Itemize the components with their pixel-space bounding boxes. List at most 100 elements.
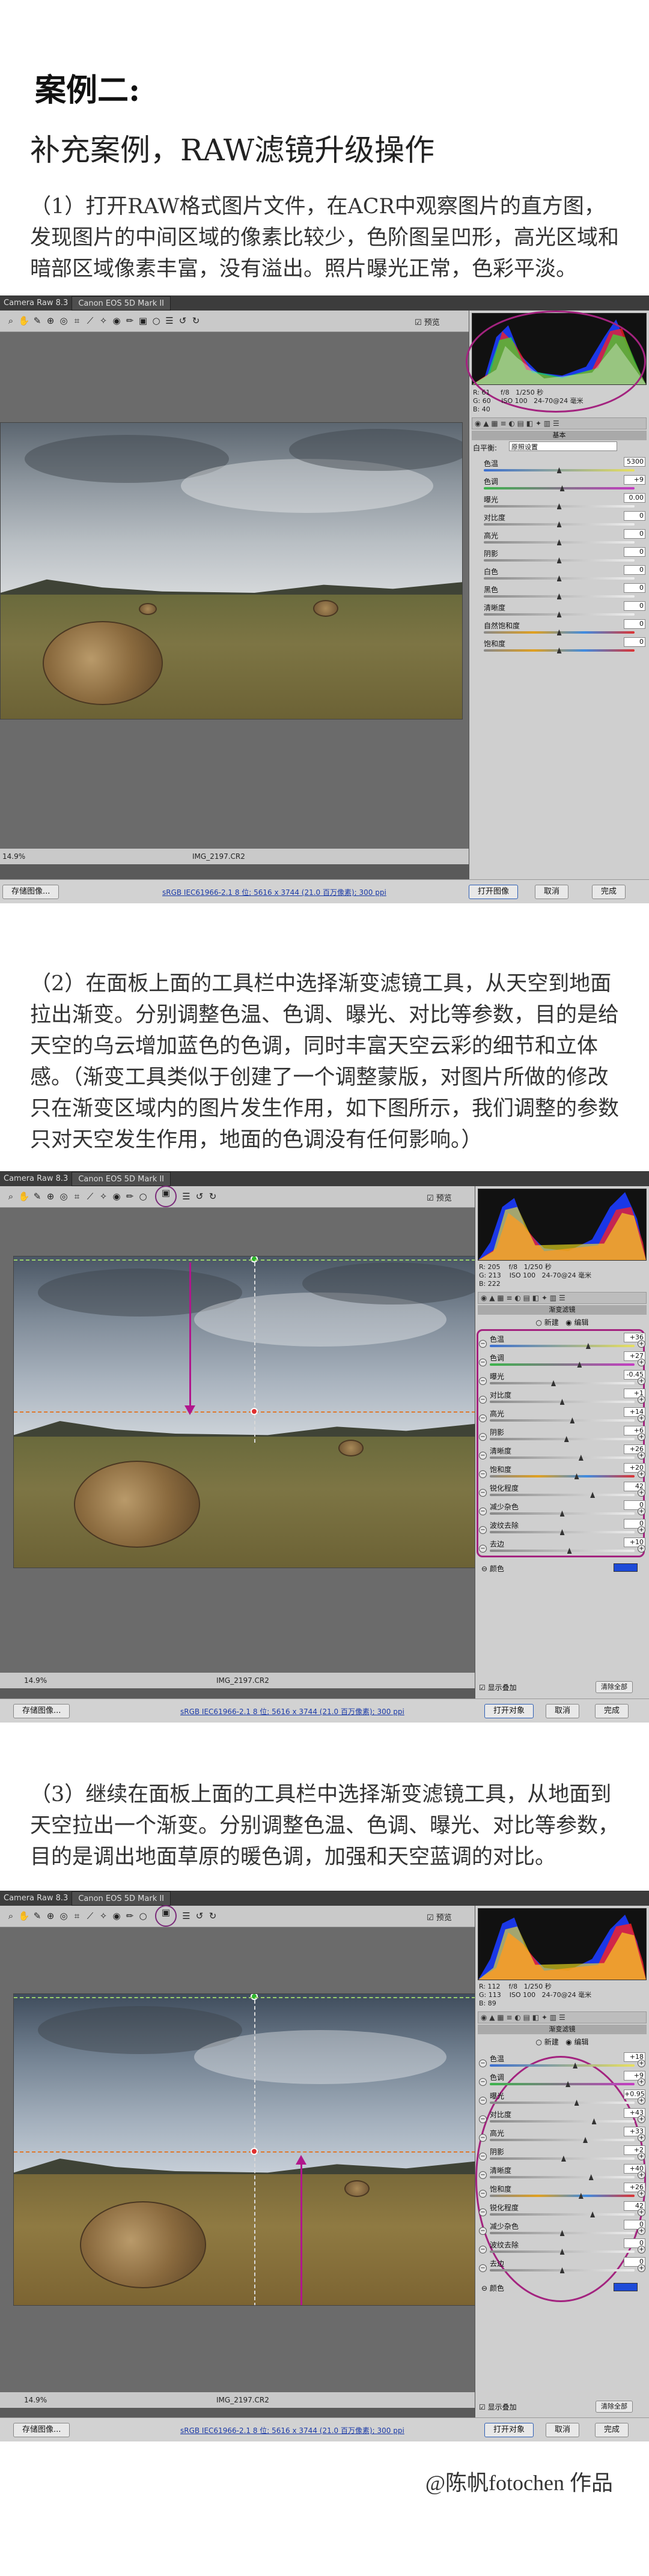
workflow-options-link[interactable]: sRGB IEC61966-2.1 8 位; 5616 x 3744 (21.0… [180,2425,404,2435]
slider-value[interactable]: +9 [624,475,645,485]
open-image-button[interactable]: 打开图像 [469,885,519,899]
straighten-icon[interactable]: ⟋ [84,1190,96,1202]
zoom-icon[interactable]: ⌕ [5,315,17,327]
open-object-button[interactable]: 打开对象 [484,1704,534,1718]
minus-icon[interactable]: − [479,1545,487,1553]
slider-row[interactable]: 锐化程度 42− + [479,1482,645,1500]
slider-row[interactable]: 阴影 0 [473,547,645,565]
rotate-right-icon[interactable]: ↻ [207,1190,219,1202]
slider-row[interactable]: 饱和度 +26− + [479,2183,645,2201]
slider-row[interactable]: 高光 +14− + [479,1407,645,1425]
slider-track[interactable] [490,2139,635,2141]
plus-icon[interactable]: + [638,1508,645,1515]
brush-icon[interactable]: ✏ [124,315,136,327]
gradient-end-pin[interactable] [251,1408,258,1415]
mode-new[interactable]: 新建 [544,2038,559,2046]
plus-icon[interactable]: + [638,1489,645,1497]
zoom-icon[interactable]: ⌕ [5,1910,17,1922]
minus-icon[interactable]: − [479,1508,487,1515]
straighten-icon[interactable]: ⟋ [84,315,96,327]
slider-row[interactable]: 波纹去除 0− + [479,1519,645,1537]
slider-row[interactable]: 清晰度 0 [473,601,645,619]
slider-value[interactable]: 0 [624,601,645,611]
minus-icon[interactable]: − [479,1377,487,1385]
slider-track[interactable] [490,2083,635,2085]
color-row[interactable]: ⊖ 颜色 [481,1563,504,1574]
crop-icon[interactable]: ⌗ [71,1910,83,1922]
slider-row[interactable]: 锐化程度 42− + [479,2201,645,2219]
redeye-icon[interactable]: ◉ [111,1190,123,1202]
slider-track[interactable] [490,1475,635,1477]
minus-icon[interactable]: − [479,1414,487,1422]
mode-radios[interactable]: ○ 新建 ◉ 编辑 [475,2037,649,2047]
slider-row[interactable]: 高光 +33− + [479,2127,645,2145]
minus-icon[interactable]: − [479,2246,487,2253]
workflow-options-link[interactable]: sRGB IEC61966-2.1 8 位; 5616 x 3744 (21.0… [180,1706,404,1717]
gradient-pin-b[interactable] [251,2148,258,2155]
plus-icon[interactable]: + [638,2264,645,2272]
plus-icon[interactable]: + [638,1340,645,1348]
slider-value[interactable]: 5300 [624,457,645,467]
slider-track[interactable] [490,1438,635,1440]
rotate-left-icon[interactable]: ↺ [193,1190,206,1202]
slider-row[interactable]: 色调 +9 [473,475,645,493]
white-balance-icon[interactable]: ✎ [31,1910,43,1922]
color-swatch[interactable] [614,2283,638,2291]
radial-filter-icon[interactable]: ○ [137,1190,149,1202]
mode-edit[interactable]: 编辑 [574,1318,589,1327]
settings-icon[interactable]: ☰ [180,1190,192,1202]
plus-icon[interactable]: + [638,2171,645,2179]
plus-icon[interactable]: + [638,2246,645,2253]
slider-row[interactable]: 自然饱和度 0 [473,619,645,637]
minus-icon[interactable]: − [479,2171,487,2179]
plus-icon[interactable]: + [638,1377,645,1385]
graduated-filter-icon[interactable]: ▣ [137,315,149,327]
hand-icon[interactable]: ✋ [18,315,30,327]
clear-all-button[interactable]: 清除全部 [596,2401,633,2413]
mode-new[interactable]: 新建 [544,1318,559,1327]
minus-icon[interactable]: − [479,2153,487,2160]
slider-row[interactable]: 对比度 0 [473,511,645,529]
plus-icon[interactable]: + [638,1359,645,1366]
plus-icon[interactable]: + [638,2115,645,2123]
cancel-button[interactable]: 取消 [535,885,569,899]
open-object-button[interactable]: 打开对象 [484,2423,534,2437]
minus-icon[interactable]: − [479,2264,487,2272]
target-adjust-icon[interactable]: ◎ [58,1910,70,1922]
slider-row[interactable]: 清晰度 +40− + [479,2164,645,2182]
cancel-button[interactable]: 取消 [546,2423,580,2437]
plus-icon[interactable]: + [638,2227,645,2235]
slider-row[interactable]: 曝光 -0.45− + [479,1370,645,1388]
camera-tab[interactable]: Canon EOS 5D Mark II [72,1172,171,1186]
slider-track[interactable] [484,487,635,489]
minus-icon[interactable]: − [479,2190,487,2198]
settings-icon[interactable]: ☰ [163,315,175,327]
plus-icon[interactable]: + [638,2078,645,2086]
color-row[interactable]: ⊖ 颜色 [481,2283,504,2293]
plus-icon[interactable]: + [638,2208,645,2216]
target-adjust-icon[interactable]: ◎ [58,315,70,327]
hand-icon[interactable]: ✋ [18,1190,30,1202]
slider-row[interactable]: 饱和度 0 [473,637,645,655]
brush-icon[interactable]: ✏ [124,1190,136,1202]
slider-track[interactable] [490,1550,635,1552]
slider-row[interactable]: 波纹去除 0− + [479,2238,645,2256]
redeye-icon[interactable]: ◉ [111,1910,123,1922]
zoom-level[interactable]: 14.9% [2,849,25,864]
slider-track[interactable] [490,1494,635,1496]
show-overlay[interactable]: ☑ 显示叠加 [479,1682,517,1693]
minus-icon[interactable]: − [479,1489,487,1497]
clear-all-button[interactable]: 清除全部 [596,1681,633,1693]
straighten-icon[interactable]: ⟋ [84,1910,96,1922]
done-button[interactable]: 完成 [595,1704,629,1718]
slider-row[interactable]: 黑色 0 [473,583,645,601]
zoom-icon[interactable]: ⌕ [5,1190,17,1202]
color-sampler-icon[interactable]: ⊕ [44,1190,56,1202]
slider-row[interactable]: 饱和度 +20− + [479,1463,645,1481]
spot-removal-icon[interactable]: ✧ [97,1190,109,1202]
settings-icon[interactable]: ☰ [180,1910,192,1922]
slider-row[interactable]: 色调 +27− + [479,1351,645,1369]
slider-track[interactable] [490,1419,635,1422]
slider-row[interactable]: 曝光 +0.95− + [479,2090,645,2108]
minus-icon[interactable]: − [479,2227,487,2235]
